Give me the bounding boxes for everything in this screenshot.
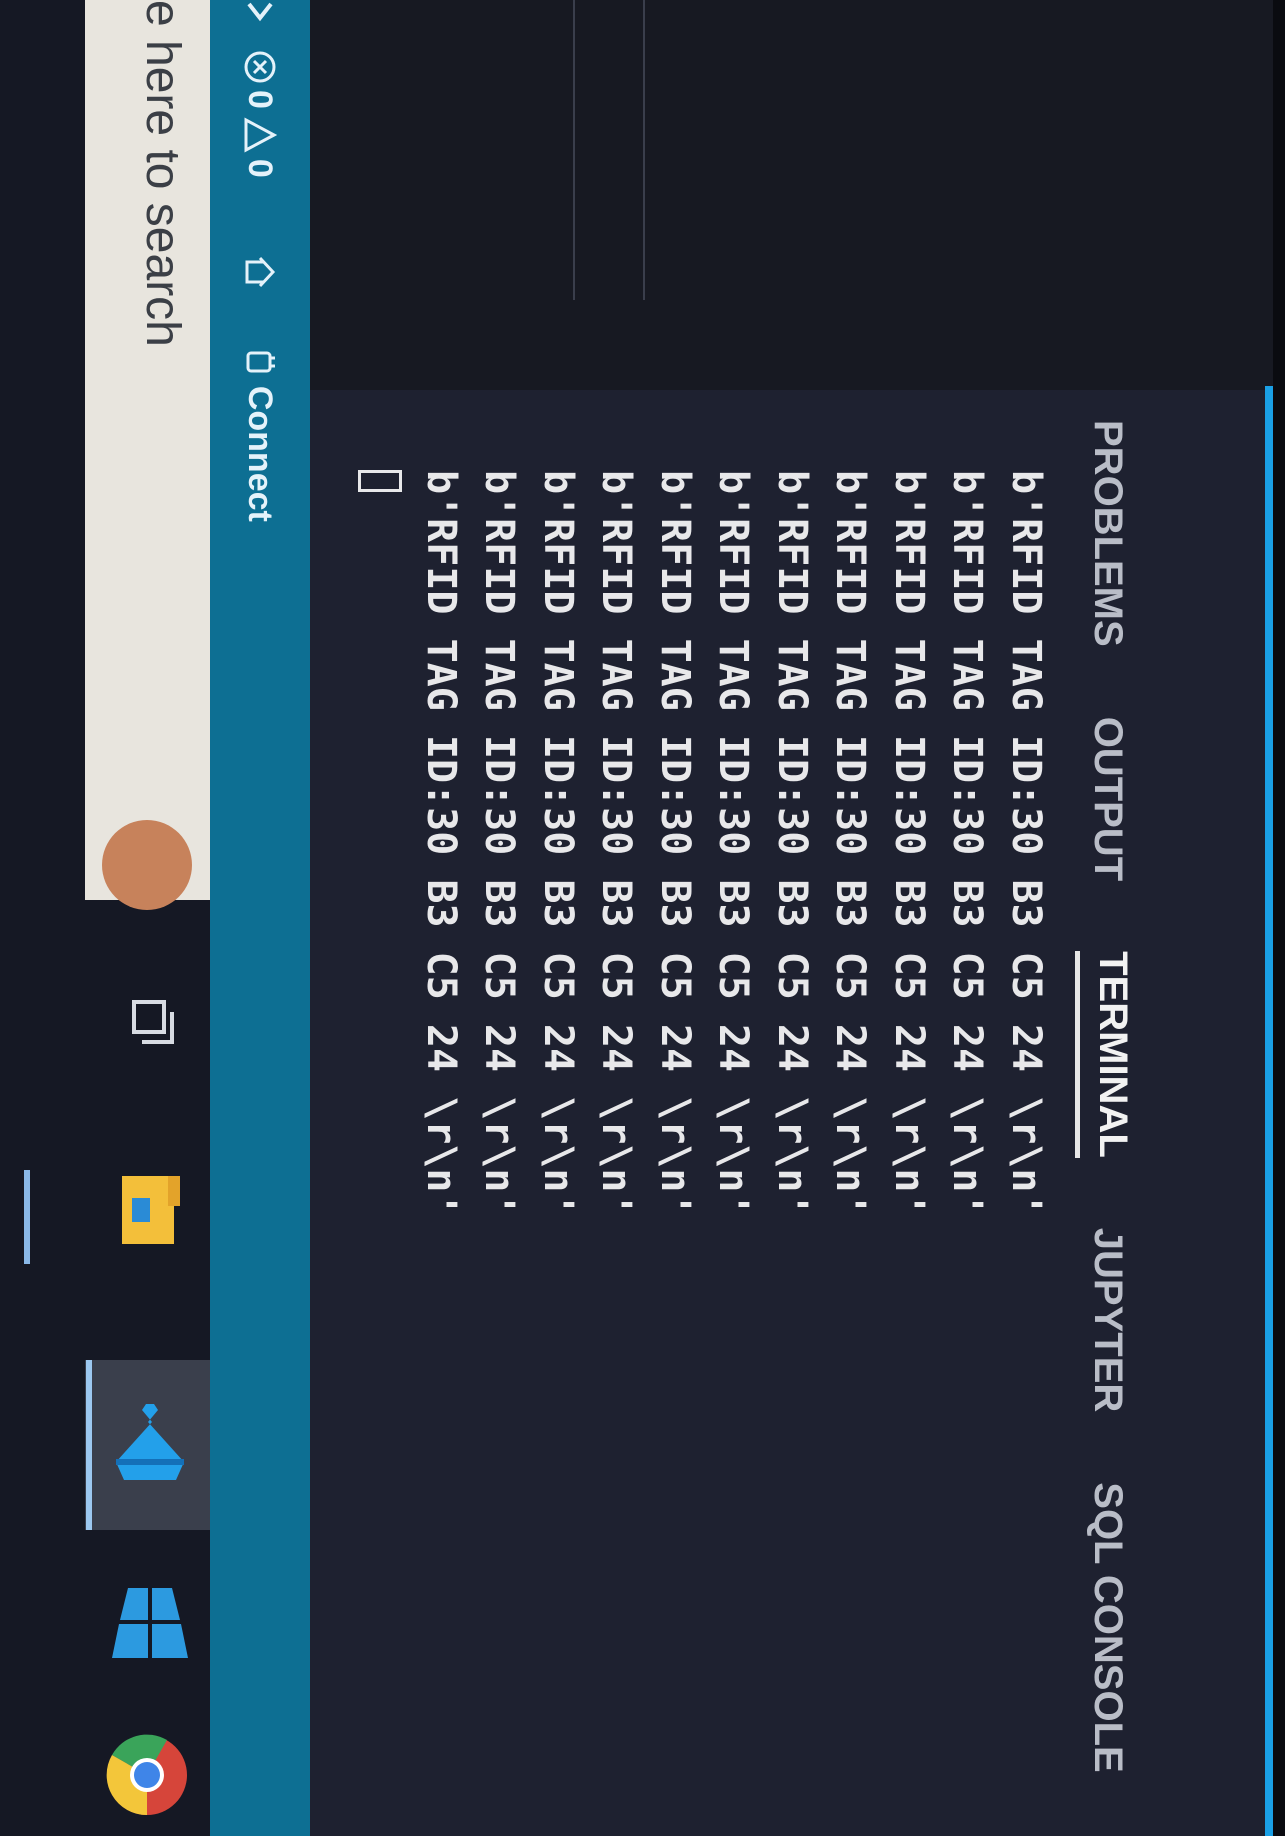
warning-count: 0 xyxy=(241,158,280,178)
microsoft-store-icon[interactable] xyxy=(108,1580,192,1664)
active-app-underline xyxy=(24,1170,30,1264)
window-edge xyxy=(1273,0,1285,1836)
problems-status[interactable]: 0 0 xyxy=(241,50,280,186)
terminal-line: b'RFID TAG ID:30 B3 C5 24 \r\n' xyxy=(944,470,991,1217)
panel-tab-bar: PROBLEMS OUTPUT TERMINAL JUPYTER SQL CON… xyxy=(1075,420,1135,1820)
tab-terminal[interactable]: TERMINAL xyxy=(1075,951,1135,1158)
warning-icon xyxy=(244,117,277,153)
vscode-taskbar-button[interactable] xyxy=(85,1360,210,1530)
error-icon xyxy=(244,51,276,83)
remote-arrows-icon xyxy=(247,2,273,22)
vscode-active-underline xyxy=(86,1360,92,1530)
terminal-line: b'RFID TAG ID:30 B3 C5 24 \r\n' xyxy=(535,470,581,1217)
terminal-line: b'RFID TAG ID:30 B3 C5 24 \r\n' xyxy=(476,470,523,1217)
terminal-line: b'RFID TAG ID:30 B3 C5 24 \r\n' xyxy=(827,470,874,1217)
task-view-icon[interactable] xyxy=(124,998,178,1050)
search-highlight-icon xyxy=(102,820,192,910)
home-button[interactable] xyxy=(243,254,277,290)
terminal-line: b'RFID TAG ID:30 B3 C5 24 \r\n' xyxy=(769,470,815,1217)
home-icon xyxy=(245,256,276,287)
terminal-line: b'RFID TAG ID:30 B3 C5 24 \r\n' xyxy=(710,470,757,1217)
connect-button[interactable]: Connect xyxy=(241,348,280,522)
taskbar-search-box[interactable]: e here to search xyxy=(85,0,210,910)
windows-taskbar: e here to search xyxy=(0,0,210,1836)
terminal-cursor xyxy=(358,470,403,492)
terminal-line: b'RFID TAG ID:30 B3 C5 24 \r\n' xyxy=(1003,470,1049,1217)
vscode-icon xyxy=(116,1404,184,1480)
error-count: 0 xyxy=(241,90,280,109)
terminal-line: b'RFID TAG ID:30 B3 C5 24 \r\n' xyxy=(886,470,932,1217)
status-bar: 0 0 Connect xyxy=(210,0,310,1836)
remote-indicator[interactable] xyxy=(243,0,277,22)
terminal-line: b'RFID TAG ID:30 B3 C5 24 \r\n' xyxy=(652,470,698,1217)
editor-left-area xyxy=(210,0,1273,390)
screen: PROBLEMS OUTPUT TERMINAL JUPYTER SQL CON… xyxy=(0,0,1285,1836)
chrome-icon[interactable] xyxy=(102,1730,192,1820)
terminal-line: b'RFID TAG ID:30 B3 C5 24 \r\n' xyxy=(593,470,640,1217)
terminal-prompt-line[interactable] xyxy=(353,470,412,1670)
vscode-panel: PROBLEMS OUTPUT TERMINAL JUPYTER SQL CON… xyxy=(210,0,1285,1836)
connect-plug-icon xyxy=(246,351,275,373)
connect-label: Connect xyxy=(241,385,280,522)
file-explorer-icon[interactable] xyxy=(110,1170,190,1250)
divider-line xyxy=(643,0,645,300)
tab-sql-console[interactable]: SQL CONSOLE xyxy=(1075,1482,1130,1772)
tab-jupyter[interactable]: JUPYTER xyxy=(1075,1228,1130,1413)
tab-problems[interactable]: PROBLEMS xyxy=(1075,420,1130,647)
search-placeholder: e here to search xyxy=(136,0,189,347)
status-bar-left: 0 0 Connect xyxy=(210,0,310,550)
tab-output[interactable]: OUTPUT xyxy=(1075,717,1130,881)
panel-top-accent-line xyxy=(1265,386,1273,1836)
terminal-output[interactable]: b'RFID TAG ID:30 B3 C5 24 \r\n' b'RFID T… xyxy=(358,470,1055,1670)
divider-line xyxy=(573,0,575,300)
terminal-line: b'RFID TAG ID:30 B3 C5 24 \r\n' xyxy=(418,470,464,1217)
rotated-screen-content: PROBLEMS OUTPUT TERMINAL JUPYTER SQL CON… xyxy=(0,0,1285,1836)
